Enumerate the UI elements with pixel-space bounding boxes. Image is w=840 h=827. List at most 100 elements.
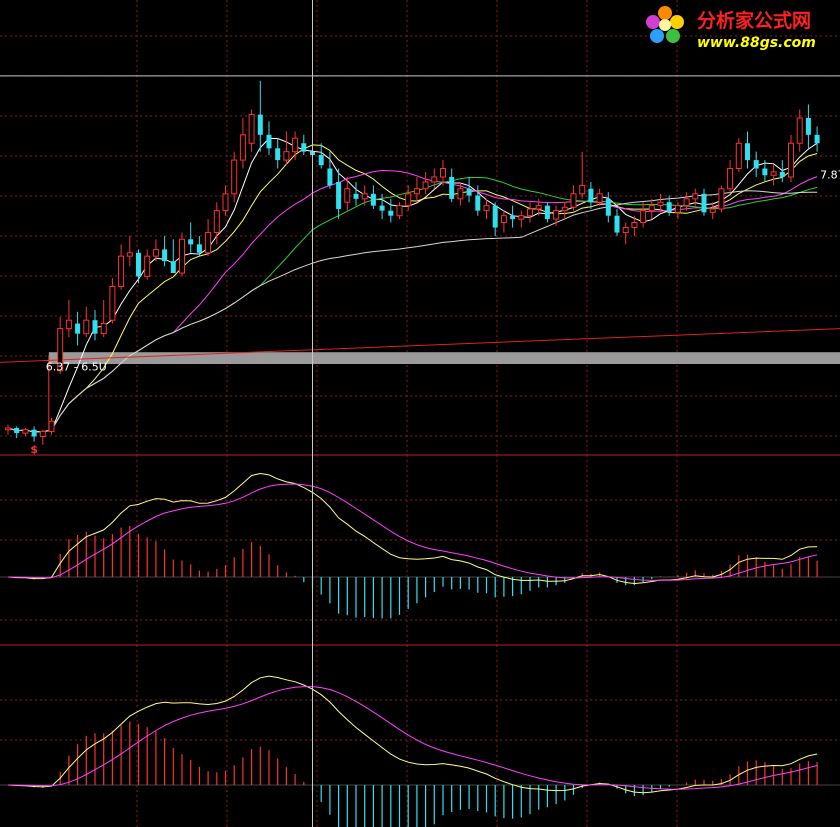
candle-body [535, 205, 542, 210]
candle-body [248, 114, 255, 144]
price-range-label: 6.37 - 6.5U [46, 361, 107, 374]
candle-body [283, 151, 290, 161]
candle-body [527, 208, 533, 217]
candle-body [126, 252, 133, 257]
candle [301, 134, 307, 156]
watermark-title: 分析家公式网 [697, 9, 811, 32]
candle [753, 151, 759, 177]
indicator-panel-2 [0, 675, 840, 827]
candle [622, 222, 629, 245]
candle [553, 205, 560, 226]
indicator-panel-1 [0, 472, 840, 619]
candle-body [605, 198, 611, 216]
candle [283, 131, 290, 166]
candle [648, 198, 655, 220]
candle [640, 202, 647, 228]
candle [100, 299, 107, 338]
candle [92, 310, 98, 341]
crosshair[interactable] [0, 0, 840, 827]
candle [466, 176, 472, 203]
candlesticks [5, 80, 820, 445]
candle [39, 429, 46, 445]
candle [231, 151, 238, 203]
candle [353, 182, 359, 206]
stock-chart: 6.37 - 6.5U 7.87 - 7 $ 分析家公式网 www.88gs.com [0, 0, 840, 827]
candle-body [692, 193, 699, 200]
candle-body [640, 210, 647, 223]
candle [318, 143, 324, 169]
candle-body [596, 193, 603, 203]
candle-body [718, 188, 725, 210]
candle [788, 134, 794, 182]
candle-body [648, 205, 655, 212]
candle [674, 202, 681, 220]
candle-body [701, 193, 707, 213]
candle [449, 168, 455, 203]
candle-body [109, 285, 116, 321]
candle-body [396, 205, 403, 217]
candle-body [39, 430, 46, 437]
candle-body [753, 160, 759, 169]
candle [770, 165, 777, 186]
candle [144, 249, 151, 280]
candle [614, 208, 620, 236]
candle [745, 131, 750, 169]
candle [239, 117, 246, 169]
candle [396, 202, 403, 220]
candle-body [275, 148, 281, 161]
candle-body [152, 248, 159, 257]
ma30-line [7, 177, 818, 433]
candle-body [805, 117, 811, 135]
candle [31, 426, 37, 442]
range-band [48, 352, 840, 364]
candle [22, 428, 29, 437]
candle-body [48, 420, 55, 432]
candle-body [257, 114, 263, 135]
candle-body [405, 193, 412, 207]
candle-body [379, 205, 385, 211]
candle [570, 185, 577, 211]
candle [65, 299, 72, 338]
candle-body [413, 188, 420, 195]
grid-layer [0, 0, 840, 827]
candle-body [518, 215, 525, 220]
candle-body [814, 134, 820, 144]
candle-body [579, 184, 586, 195]
candle-body [570, 193, 577, 208]
price-labels: 6.37 - 6.5U 7.87 - 7 $ [30, 169, 840, 456]
candle [109, 278, 116, 324]
candle-body [666, 202, 672, 213]
candle-body [510, 215, 516, 220]
candle-body [266, 134, 272, 149]
candle [527, 202, 533, 223]
candle [83, 306, 90, 338]
candle [136, 249, 141, 284]
candle-body [222, 193, 229, 212]
candle-body [136, 252, 141, 277]
candle-body [475, 195, 481, 211]
candle [483, 198, 490, 220]
candle [5, 424, 11, 435]
candle [518, 210, 525, 228]
candle-body [170, 261, 176, 273]
candle [162, 235, 168, 267]
candle-body [388, 210, 394, 216]
candle-body [118, 255, 125, 287]
candle [275, 138, 281, 169]
candle-body [431, 176, 438, 183]
candle-body [231, 159, 238, 195]
ma5-line [7, 138, 818, 433]
candle-body [239, 134, 246, 161]
candle [336, 168, 342, 220]
candle [370, 185, 376, 209]
watermark-url: www.88gs.com [697, 35, 816, 51]
candle [248, 109, 255, 152]
candle [48, 417, 55, 435]
candle [579, 151, 586, 199]
candle [779, 160, 785, 182]
candle-body [588, 188, 594, 203]
range-band-rect [48, 352, 840, 364]
candle-body [5, 427, 11, 431]
candle-body [683, 198, 690, 207]
candle-body [196, 244, 202, 253]
